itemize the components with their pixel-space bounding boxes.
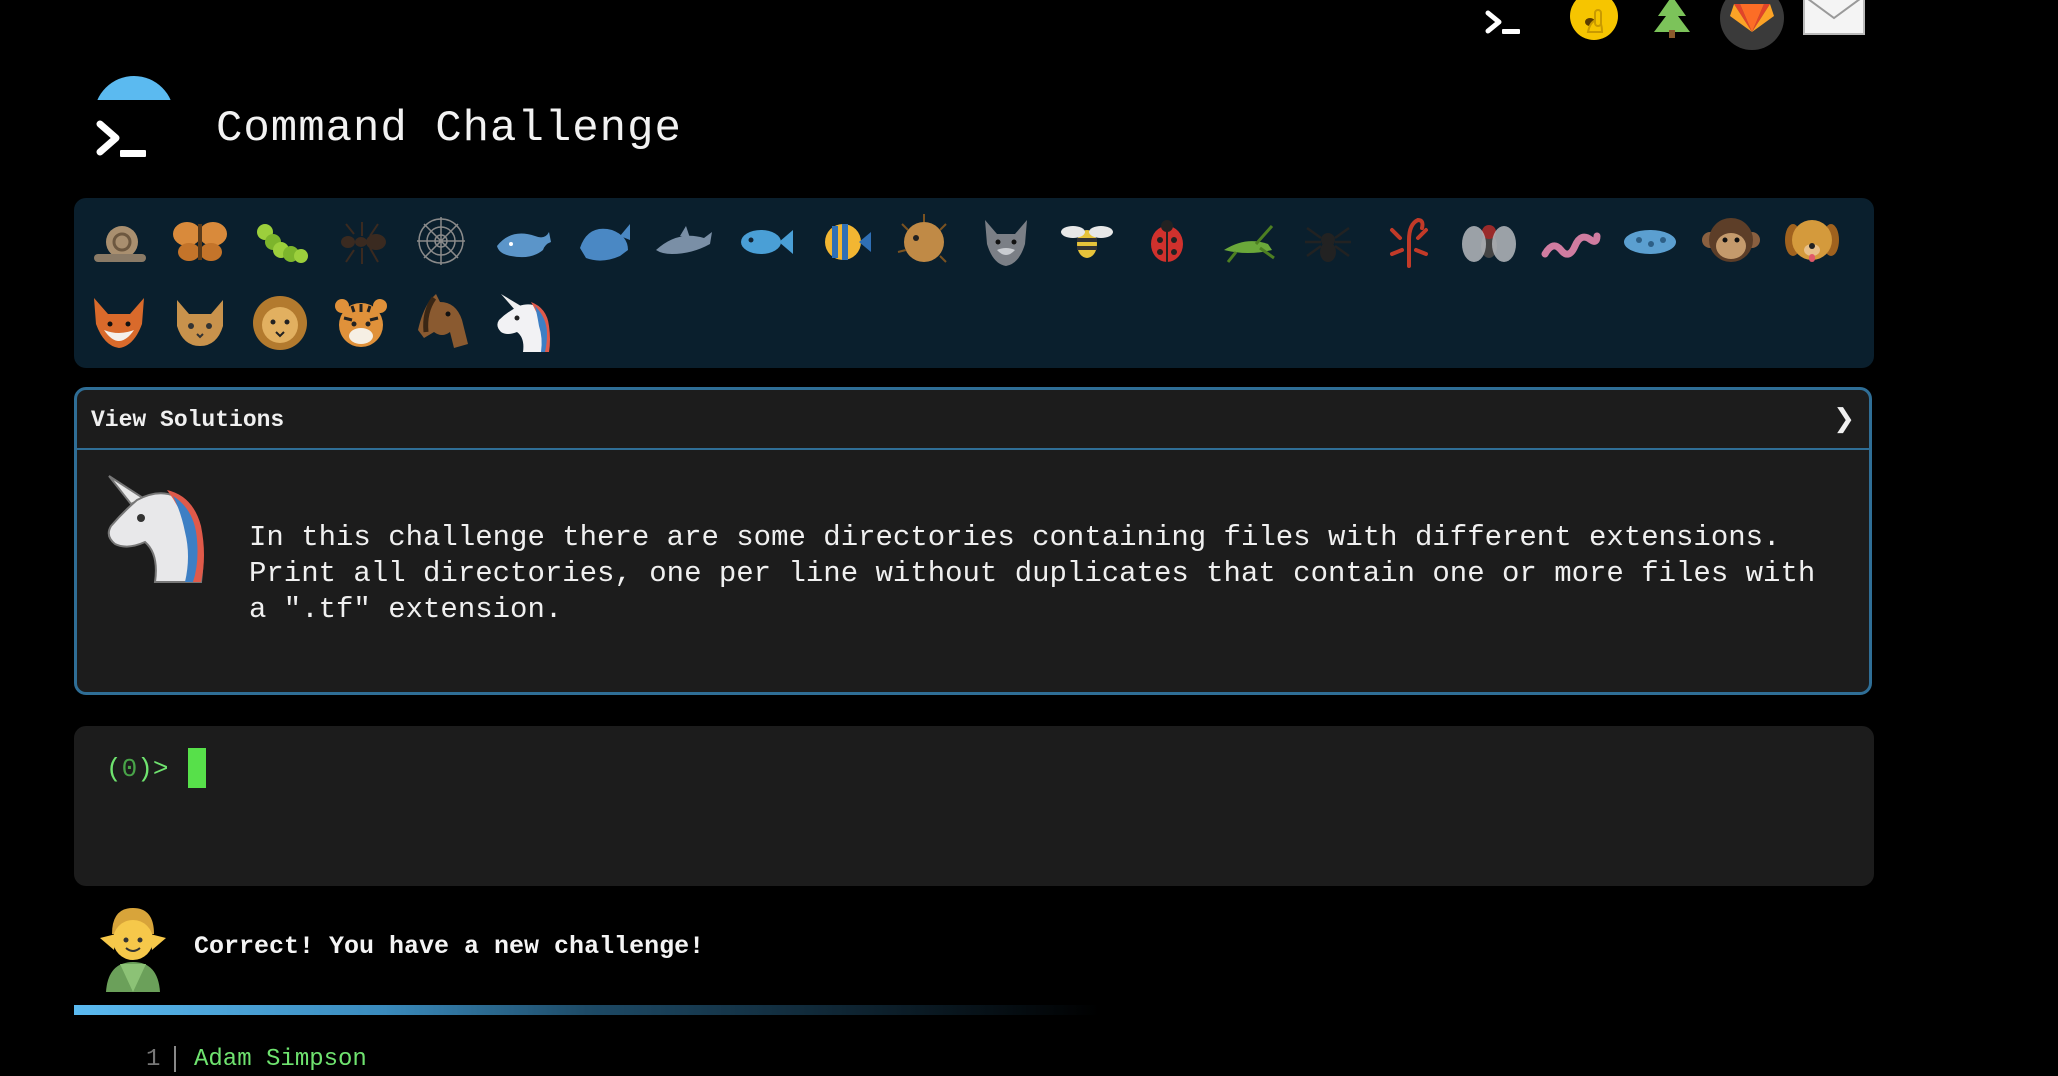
fish-icon[interactable] (733, 210, 795, 272)
gitlab-icon[interactable] (1720, 0, 1784, 50)
view-solutions-label: View Solutions (91, 407, 285, 433)
unicorn-icon (97, 470, 217, 590)
result-message: Correct! You have a new challenge! (194, 932, 705, 961)
fly-icon[interactable] (1458, 210, 1520, 272)
butterfly-icon[interactable] (169, 210, 231, 272)
output-value: Adam Simpson (194, 1046, 367, 1073)
line-divider (174, 1046, 176, 1072)
tree-icon[interactable] (1650, 0, 1694, 38)
result-banner: Correct! You have a new challenge! (96, 900, 996, 996)
microbe-icon[interactable] (1619, 210, 1681, 272)
tiger-icon[interactable] (330, 292, 392, 354)
whale-icon[interactable] (491, 210, 553, 272)
whale-2-icon[interactable] (572, 210, 634, 272)
spider-web-icon[interactable] (410, 210, 472, 272)
prompt-open: ( (106, 754, 122, 784)
spider-icon[interactable] (1297, 210, 1359, 272)
text-cursor (188, 748, 206, 788)
output-line: 1 Adam Simpson (74, 1046, 874, 1076)
fox-icon[interactable] (88, 292, 150, 354)
cat-icon[interactable] (169, 292, 231, 354)
dog-icon[interactable] (1781, 210, 1843, 272)
snail-icon[interactable] (88, 210, 150, 272)
top-nav (1470, 0, 1880, 54)
output-line-number: 1 (146, 1046, 161, 1073)
chevron-right-icon: ❯ (1833, 404, 1855, 434)
prompt-close: )> (137, 754, 169, 784)
prompt-return-code: 0 (121, 754, 138, 784)
blowfish-icon[interactable] (894, 210, 956, 272)
ant-icon[interactable] (330, 210, 392, 272)
terminal-prompt: (0)> (106, 754, 168, 784)
worm-icon[interactable] (1539, 210, 1601, 272)
bee-icon[interactable] (1055, 210, 1117, 272)
caterpillar-icon[interactable] (249, 210, 311, 272)
progress-fill (74, 1005, 1100, 1015)
monkey-icon[interactable] (1700, 210, 1762, 272)
horse-icon[interactable] (410, 292, 472, 354)
ladybug-icon[interactable] (1136, 210, 1198, 272)
lion-icon[interactable] (249, 292, 311, 354)
mail-icon[interactable] (1802, 0, 1866, 36)
terminal-icon[interactable] (1484, 8, 1524, 38)
tropical-fish-icon[interactable] (813, 210, 875, 272)
unicorn-icon[interactable] (491, 292, 553, 354)
page-title: Command Challenge (216, 104, 682, 154)
challenge-animal-strip (74, 198, 1874, 368)
progress-bar (74, 1005, 1874, 1015)
terminal-logo-icon[interactable] (88, 76, 180, 180)
shushing-face-icon[interactable] (1568, 0, 1620, 48)
view-solutions-toggle[interactable]: View Solutions ❯ (77, 390, 1869, 450)
wolf-icon[interactable] (975, 210, 1037, 272)
terminal-input[interactable]: (0)> (74, 726, 1874, 886)
challenge-description: In this challenge there are some directo… (249, 521, 1816, 626)
elf-icon (96, 904, 170, 992)
cricket-icon[interactable] (1216, 210, 1278, 272)
page-header: Command Challenge (88, 70, 888, 180)
dolphin-icon[interactable] (652, 210, 714, 272)
challenge-card: View Solutions ❯ In this challenge there… (74, 387, 1872, 695)
scorpion-icon[interactable] (1378, 210, 1440, 272)
